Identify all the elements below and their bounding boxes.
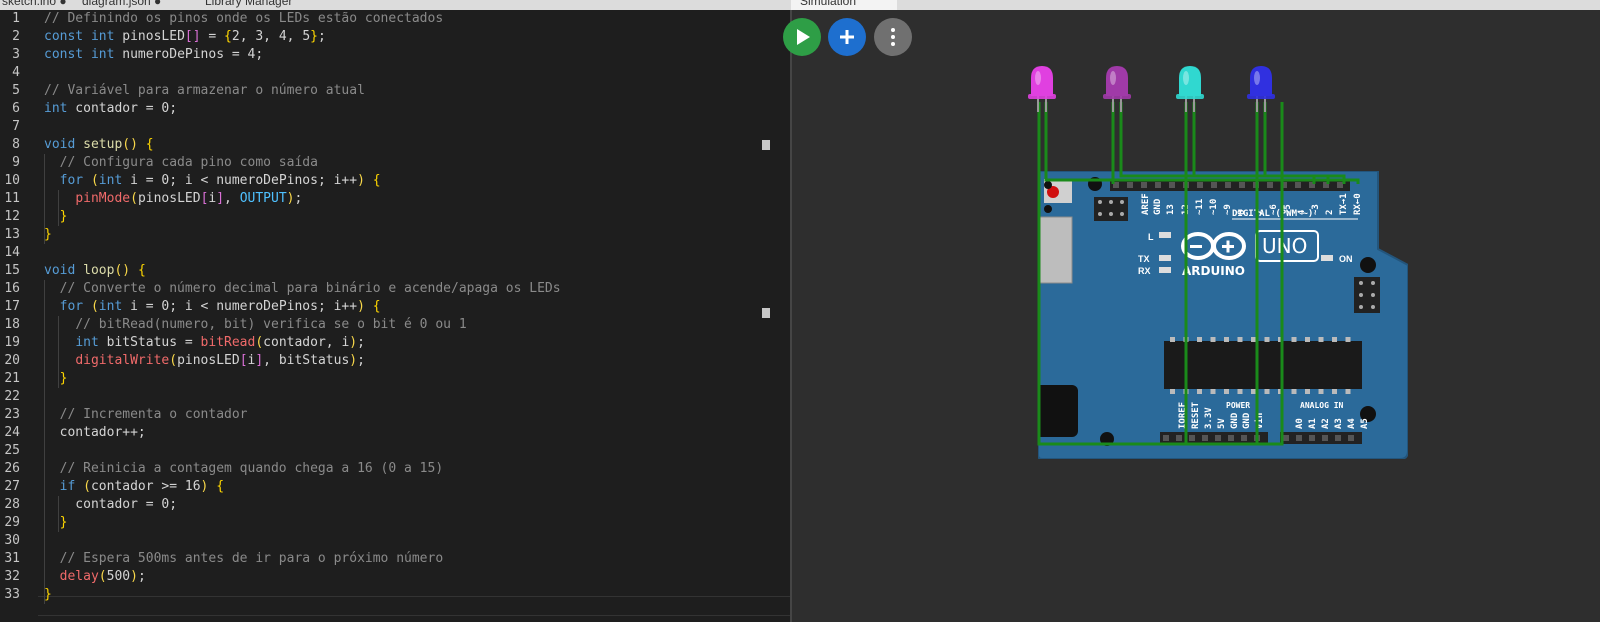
led-1[interactable] [1028,66,1056,112]
led-4[interactable] [1247,66,1275,112]
wire-led4 [1263,102,1316,184]
wire-led3 [1192,102,1330,184]
wire-gnd [1037,102,1284,446]
wires [1037,102,1360,446]
led-3[interactable] [1176,66,1204,112]
wires-layer [1028,66,1360,446]
wire-led2 [1119,102,1346,184]
wire-led1 [1044,102,1360,184]
led-2[interactable] [1103,66,1131,112]
